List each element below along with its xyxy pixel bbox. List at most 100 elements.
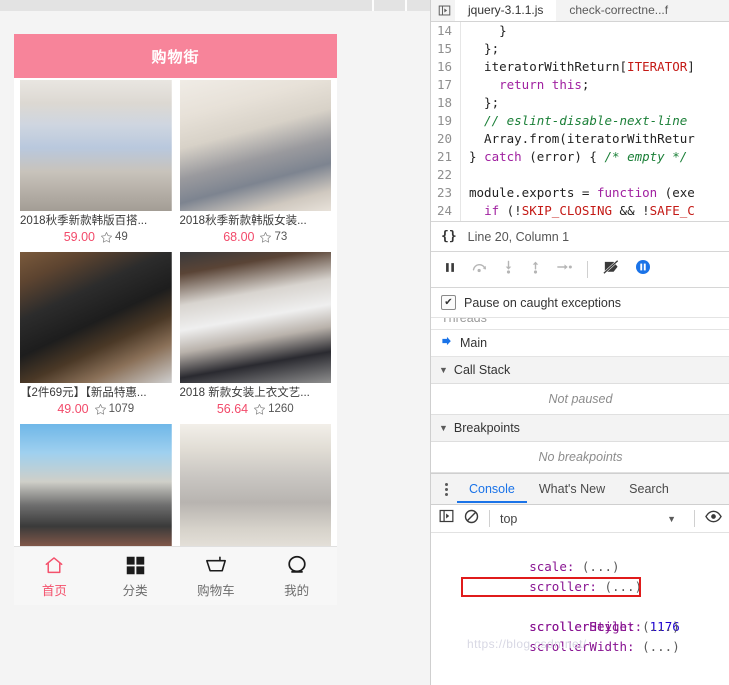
- product-price: 56.64: [216, 402, 249, 416]
- line-number: 17: [431, 76, 461, 94]
- mobile-viewport: 购物街 2018秋季新款韩版百搭... 59.00 49 2018秋季新款韩版女…: [14, 34, 337, 605]
- product-image[interactable]: [20, 80, 172, 211]
- console-sidebar-icon[interactable]: [439, 509, 454, 528]
- console-property-row[interactable]: scroller: (...): [431, 557, 729, 594]
- editor-status-bar: {} Line 20, Column 1: [431, 222, 729, 252]
- tab-search[interactable]: Search: [617, 475, 681, 503]
- code-text: } catch (error) { /* empty */: [469, 149, 688, 164]
- line-number: 14: [431, 22, 461, 40]
- home-icon: [43, 554, 65, 576]
- product-card[interactable]: [16, 422, 176, 558]
- tab-whats-new[interactable]: What's New: [527, 475, 617, 503]
- product-image[interactable]: [179, 252, 331, 383]
- favorite-group: 1079: [94, 403, 135, 416]
- product-card[interactable]: 2018秋季新款韩版女装... 68.00 73: [176, 78, 336, 250]
- code-row: 22: [431, 166, 729, 184]
- code-text: if (!SKIP_CLOSING && !SAFE_C: [484, 203, 695, 218]
- console-property-row-highlighted[interactable]: scrollerHeight: 1176: [431, 577, 729, 634]
- debugger-toolbar: [431, 252, 729, 288]
- step-icon[interactable]: [556, 260, 573, 279]
- product-card[interactable]: 【2件69元】【新品特惠... 49.00 1079: [16, 250, 176, 422]
- product-card[interactable]: [176, 422, 336, 558]
- favorite-count: 1079: [108, 403, 135, 415]
- product-card[interactable]: 2018秋季新款韩版百搭... 59.00 49: [16, 78, 176, 250]
- more-options-icon[interactable]: [435, 482, 457, 496]
- pause-on-exceptions-icon[interactable]: [635, 259, 651, 280]
- format-pretty-print-icon[interactable]: {}: [441, 229, 457, 244]
- code-row: 23 module.exports = function (exe: [431, 184, 729, 202]
- product-card[interactable]: 2018 新款女装上衣文艺... 56.64 1260: [176, 250, 336, 422]
- product-meta: 68.00 73: [180, 230, 332, 244]
- file-tab-check-correctness[interactable]: check-correctne...f: [556, 0, 681, 21]
- product-image[interactable]: [20, 424, 172, 555]
- line-number: 19: [431, 112, 461, 130]
- product-image[interactable]: [179, 80, 331, 211]
- pause-on-caught-label: Pause on caught exceptions: [464, 295, 622, 310]
- line-number: 25: [431, 220, 461, 221]
- code-row: 15 };: [431, 40, 729, 58]
- console-property-row[interactable]: scrollerWidth: (...): [431, 617, 729, 654]
- favorite-group: 1260: [253, 403, 294, 416]
- code-row: 14 }: [431, 22, 729, 40]
- code-editor[interactable]: 14 } 15 }; 16 iteratorWithReturn[ITERATO…: [431, 22, 729, 222]
- sources-file-tabs: jquery-3.1.1.js check-correctne...f: [431, 0, 729, 22]
- tab-console[interactable]: Console: [457, 475, 527, 503]
- product-scroll-area[interactable]: 2018秋季新款韩版百搭... 59.00 49 2018秋季新款韩版女装...…: [14, 78, 337, 558]
- step-out-icon[interactable]: [529, 259, 542, 280]
- breakpoints-header[interactable]: ▼ Breakpoints: [431, 415, 729, 442]
- call-stack-header[interactable]: ▼ Call Stack: [431, 357, 729, 384]
- file-tab-jquery[interactable]: jquery-3.1.1.js: [455, 0, 557, 21]
- execution-context-selector[interactable]: top ▼: [500, 512, 684, 526]
- product-title: 2018秋季新款韩版百搭...: [20, 215, 148, 227]
- console-property-row[interactable]: scale: (...): [431, 537, 729, 574]
- console-toolbar-divider-2: [694, 510, 695, 527]
- star-icon: [94, 403, 106, 415]
- chevron-down-icon: ▼: [667, 513, 676, 524]
- product-meta: 49.00 1079: [20, 402, 172, 416]
- cursor-position: Line 20, Column 1: [467, 229, 570, 244]
- tab-cart[interactable]: 购物车: [176, 554, 257, 599]
- code-text: module.exports = function (exe: [469, 185, 695, 200]
- product-image[interactable]: [20, 252, 172, 383]
- drawer-tabs: Console What's New Search: [431, 473, 729, 505]
- app-title: 购物街: [151, 48, 200, 66]
- step-over-icon[interactable]: [471, 260, 488, 280]
- console-toolbar-divider: [489, 510, 490, 527]
- console-output[interactable]: scale: (...) scroller: (...) scrollerHei…: [431, 533, 729, 657]
- chevron-down-icon: ▼: [439, 365, 448, 375]
- chevron-down-icon: ▼: [439, 423, 448, 433]
- product-price: 68.00: [223, 230, 255, 244]
- breakpoints-empty: No breakpoints: [431, 442, 729, 473]
- pause-icon[interactable]: [443, 260, 457, 280]
- product-meta: 56.64 1260: [180, 402, 332, 416]
- tab-category[interactable]: 分类: [95, 554, 176, 599]
- product-price: 59.00: [63, 230, 95, 244]
- threads-label: Threads: [441, 318, 487, 325]
- console-property-row[interactable]: scrollerStyle: (...): [431, 597, 729, 634]
- line-number: 18: [431, 94, 461, 112]
- call-stack-empty: Not paused: [431, 384, 729, 415]
- devtools-pane: jquery-3.1.1.js check-correctne...f 14 }…: [430, 0, 729, 685]
- console-property-row[interactable]: startTime: 1574236959765.325: [431, 637, 729, 657]
- clear-console-icon[interactable]: [464, 509, 479, 529]
- product-price: 49.00: [57, 402, 89, 416]
- breakpoints-title: Breakpoints: [453, 421, 520, 435]
- line-number: 15: [431, 40, 461, 58]
- code-text: Array.from(iteratorWithRetur: [469, 131, 695, 146]
- profile-icon: [286, 554, 308, 576]
- thread-main-row[interactable]: Main: [431, 329, 729, 357]
- product-image[interactable]: [179, 424, 331, 555]
- step-into-icon[interactable]: [502, 259, 515, 280]
- deactivate-breakpoints-icon[interactable]: [602, 259, 621, 280]
- tab-home[interactable]: 首页: [14, 554, 95, 599]
- pause-on-caught-exceptions-row[interactable]: ✔ Pause on caught exceptions: [431, 288, 729, 318]
- tab-profile[interactable]: 我的: [256, 554, 337, 599]
- code-row: 17 return this;: [431, 76, 729, 94]
- live-expression-icon[interactable]: [705, 510, 729, 528]
- line-number: 21: [431, 148, 461, 166]
- code-text: // eslint-disable-next-line: [469, 113, 695, 128]
- line-number: 24: [431, 202, 461, 220]
- threads-section-clipped: Threads: [431, 318, 729, 329]
- show-navigator-icon[interactable]: [433, 0, 455, 21]
- pause-on-caught-checkbox[interactable]: ✔: [441, 295, 456, 310]
